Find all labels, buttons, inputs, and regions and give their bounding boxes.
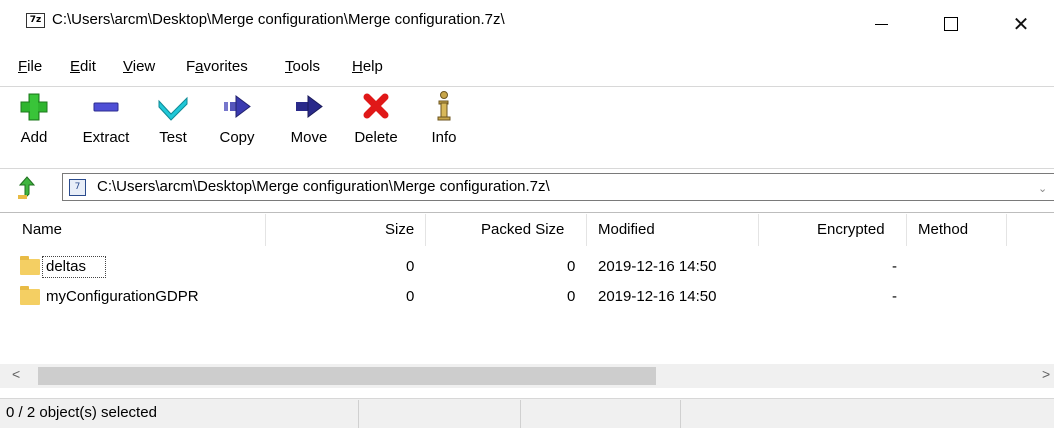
row-size: 0	[406, 258, 415, 275]
menu-help[interactable]: Help	[352, 58, 383, 75]
status-selection-text: 0 / 2 object(s) selected	[6, 404, 157, 421]
toolbar-separator	[0, 168, 1054, 169]
menu-bar: File Edit View Favorites Tools Help	[0, 58, 1054, 82]
up-folder-button[interactable]	[16, 176, 38, 200]
row-packed-size: 0	[567, 258, 576, 275]
delete-label: Delete	[354, 129, 398, 146]
row-name: myConfigurationGDPR	[46, 288, 199, 305]
column-header-modified[interactable]: Modified	[598, 221, 655, 238]
arrow-right-icon	[296, 95, 323, 118]
test-label: Test	[159, 129, 187, 146]
archive-icon: 7	[69, 179, 86, 196]
menu-edit[interactable]: Edit	[70, 58, 96, 75]
plus-icon	[20, 93, 48, 121]
maximize-button[interactable]	[928, 0, 974, 48]
menu-favorites[interactable]: Favorites	[186, 58, 248, 75]
maximize-icon	[944, 17, 958, 31]
folder-icon	[20, 286, 40, 305]
menu-tools[interactable]: Tools	[285, 58, 320, 75]
column-header-method[interactable]: Method	[918, 221, 968, 238]
column-header-name[interactable]: Name	[22, 221, 62, 238]
folder-icon	[20, 256, 40, 275]
minus-icon	[93, 102, 119, 112]
scrollbar-thumb[interactable]	[38, 367, 656, 385]
check-icon	[158, 96, 188, 121]
window-title: C:\Users\arcm\Desktop\Merge configuratio…	[52, 11, 505, 28]
row-name: deltas	[46, 258, 87, 275]
column-divider[interactable]	[1006, 214, 1007, 246]
up-arrow-icon	[18, 176, 36, 200]
column-header-encrypted[interactable]: Encrypted	[817, 221, 885, 238]
close-button[interactable]: ✕	[998, 0, 1044, 48]
address-path: C:\Users\arcm\Desktop\Merge configuratio…	[97, 178, 550, 195]
extract-button[interactable]: Extract	[74, 90, 138, 162]
move-button[interactable]: Move	[283, 90, 335, 162]
row-modified: 2019-12-16 14:50	[598, 258, 717, 275]
minimize-button[interactable]	[858, 0, 904, 48]
cross-icon	[363, 93, 389, 119]
list-border	[0, 212, 1054, 213]
column-divider[interactable]	[425, 214, 426, 246]
row-encrypted: -	[892, 288, 897, 305]
info-button[interactable]: Info	[424, 90, 464, 162]
menu-file[interactable]: File	[18, 58, 42, 75]
minimize-icon	[874, 23, 888, 25]
column-header-packed-size[interactable]: Packed Size	[481, 221, 564, 238]
status-bar	[0, 398, 1054, 428]
status-divider	[680, 400, 681, 428]
address-dropdown-icon[interactable]: ⌄	[1038, 182, 1047, 195]
close-icon: ✕	[1012, 12, 1030, 36]
column-divider[interactable]	[906, 214, 907, 246]
menu-view[interactable]: View	[123, 58, 155, 75]
add-label: Add	[20, 129, 48, 146]
status-divider	[358, 400, 359, 428]
scroll-left-icon[interactable]: <	[12, 366, 20, 382]
row-packed-size: 0	[567, 288, 576, 305]
column-divider[interactable]	[265, 214, 266, 246]
add-button[interactable]: Add	[12, 90, 56, 162]
column-divider[interactable]	[758, 214, 759, 246]
test-button[interactable]: Test	[152, 90, 194, 162]
table-row[interactable]: deltas 0 0 2019-12-16 14:50 -	[0, 254, 1054, 280]
address-bar[interactable]: 7 C:\Users\arcm\Desktop\Merge configurat…	[62, 173, 1054, 201]
info-icon	[437, 91, 451, 121]
column-divider[interactable]	[586, 214, 587, 246]
copy-button[interactable]: Copy	[212, 90, 262, 162]
copy-label: Copy	[219, 129, 255, 146]
status-divider	[520, 400, 521, 428]
row-encrypted: -	[892, 258, 897, 275]
extract-label: Extract	[82, 129, 130, 146]
table-row[interactable]: myConfigurationGDPR 0 0 2019-12-16 14:50…	[0, 284, 1054, 310]
app-icon: 7z	[26, 13, 45, 28]
delete-button[interactable]: Delete	[347, 90, 405, 162]
toolbar-separator	[0, 86, 1054, 87]
move-label: Move	[290, 129, 328, 146]
info-label: Info	[431, 129, 457, 146]
row-size: 0	[406, 288, 415, 305]
arrow-right-icon	[224, 95, 251, 118]
row-modified: 2019-12-16 14:50	[598, 288, 717, 305]
scroll-right-icon[interactable]: >	[1042, 366, 1050, 382]
column-header-size[interactable]: Size	[385, 221, 414, 238]
